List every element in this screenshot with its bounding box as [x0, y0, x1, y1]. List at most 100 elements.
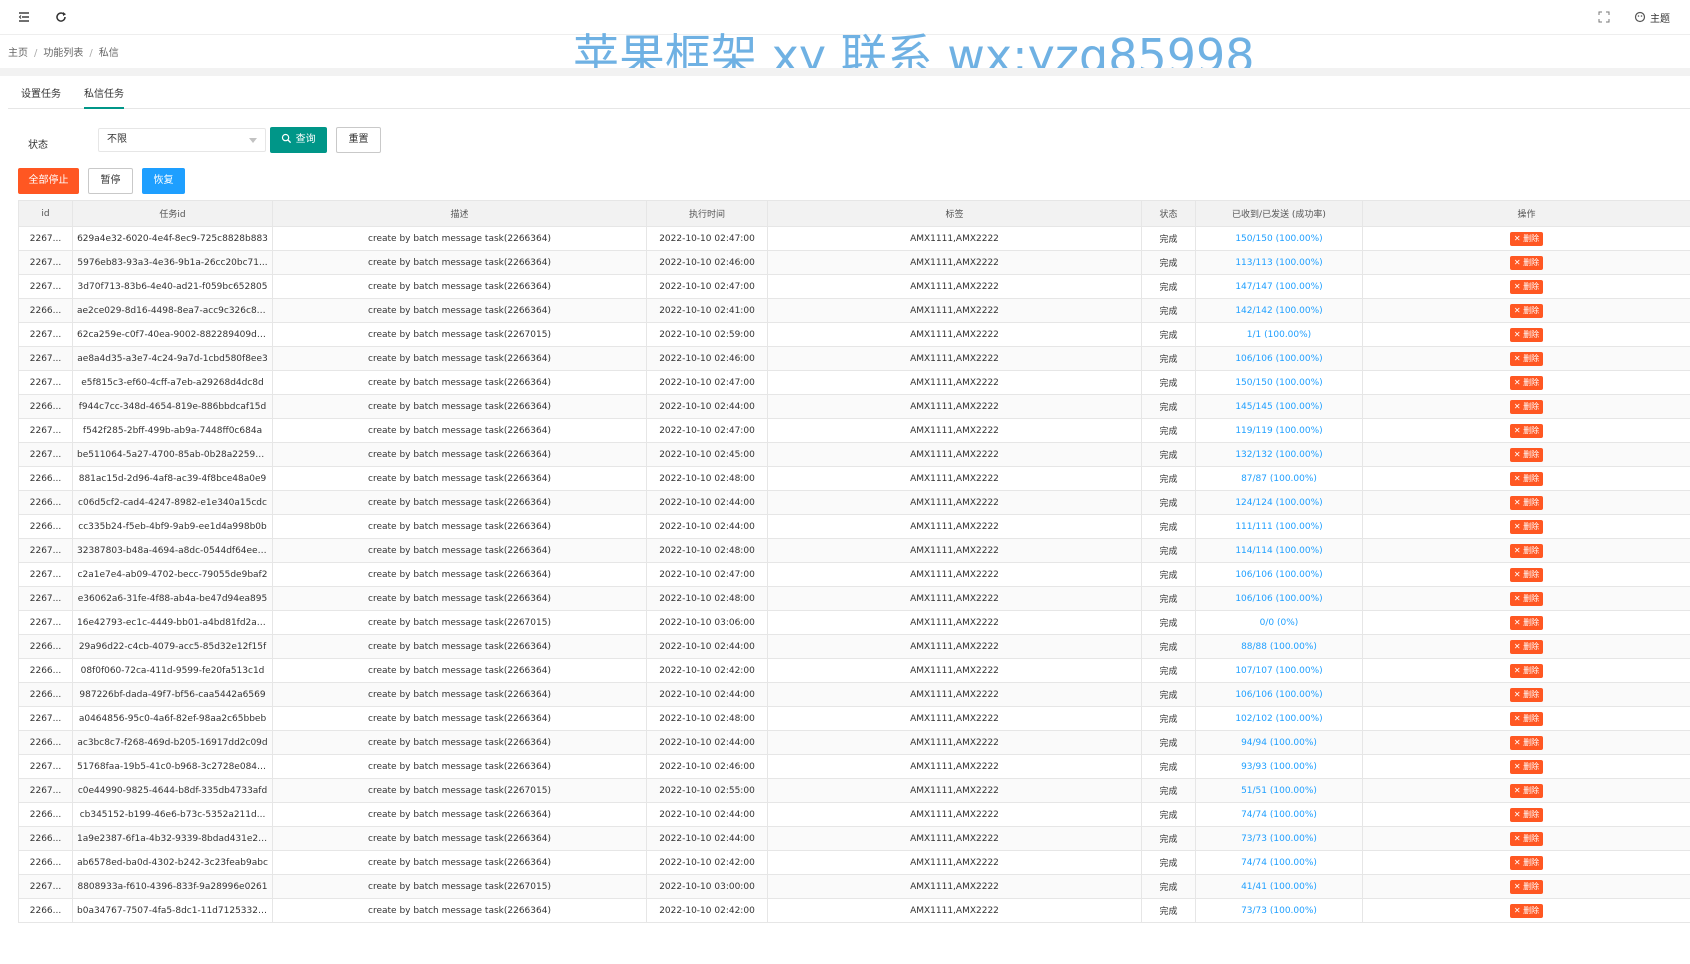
- delete-button[interactable]: ✕ 删除: [1509, 279, 1544, 294]
- delete-button[interactable]: ✕ 删除: [1509, 855, 1544, 870]
- table-row[interactable]: 2267... e36062a6-31fe-4f88-ab4a-be47d94ea…: [18, 586, 1690, 611]
- delete-button[interactable]: ✕ 删除: [1509, 783, 1544, 798]
- delete-button[interactable]: ✕ 删除: [1509, 663, 1544, 678]
- table-row[interactable]: 2267... e5f815c3-ef60-4cff-a7eb-a29268d4d…: [18, 370, 1690, 395]
- palette-icon[interactable]: [1632, 9, 1648, 25]
- resume-button[interactable]: 恢复: [142, 168, 185, 194]
- menu-icon[interactable]: [16, 9, 32, 25]
- table-row[interactable]: 2267... 51768faa-19b5-41c0-b968-3c2728e08…: [18, 754, 1690, 779]
- column-header-status[interactable]: 状态: [1141, 200, 1196, 227]
- delete-button[interactable]: ✕ 删除: [1509, 735, 1544, 750]
- cell-task-id: 08f0f060-72ca-411d-9599-fe20fa513c1d: [72, 658, 273, 683]
- cell-description: create by batch message task(2266364): [272, 634, 647, 659]
- table-row[interactable]: 2267... c0e44990-9825-4644-b8df-335db4733…: [18, 778, 1690, 803]
- search-icon: [282, 133, 292, 144]
- table-row[interactable]: 2266... b0a34767-7507-4fa5-8dc1-11d712533…: [18, 898, 1690, 923]
- cell-actions: ✕ 删除: [1362, 370, 1690, 395]
- table-row[interactable]: 2266... 987226bf-dada-49f7-bf56-caa5442a6…: [18, 682, 1690, 707]
- trash-icon: ✕: [1513, 617, 1524, 627]
- table-row[interactable]: 2266... ae2ce029-8d16-4498-8ea7-acc9c326c…: [18, 298, 1690, 323]
- table-row[interactable]: 2266... ab6578ed-ba0d-4302-b242-3c23feab9…: [18, 850, 1690, 875]
- table-row[interactable]: 2266... 29a96d22-c4cb-4079-acc5-85d32e12f…: [18, 634, 1690, 659]
- query-button[interactable]: 查询: [270, 127, 327, 153]
- delete-button[interactable]: ✕ 删除: [1509, 567, 1544, 582]
- table-row[interactable]: 2267... 8808933a-f610-4396-833f-9a28996e0…: [18, 874, 1690, 899]
- delete-button[interactable]: ✕ 删除: [1509, 879, 1544, 894]
- fullscreen-icon[interactable]: [1596, 9, 1612, 25]
- table-row[interactable]: 2266... ac3bc8c7-f268-469d-b205-16917dd2c…: [18, 730, 1690, 755]
- delete-button[interactable]: ✕ 删除: [1509, 255, 1544, 270]
- column-header-id[interactable]: id: [18, 200, 73, 227]
- table-row[interactable]: 2267... ae8a4d35-a3e7-4c24-9a7d-1cbd580f8…: [18, 346, 1690, 371]
- delete-button[interactable]: ✕ 删除: [1509, 231, 1544, 246]
- delete-button[interactable]: ✕ 删除: [1509, 351, 1544, 366]
- theme-label[interactable]: 主题: [1650, 10, 1670, 25]
- cell-description: create by batch message task(2266364): [272, 250, 647, 275]
- breadcrumb-home[interactable]: 主页: [8, 48, 28, 59]
- table-row[interactable]: 2267... 629a4e32-6020-4e4f-8ec9-725c8828b…: [18, 226, 1690, 251]
- table-row[interactable]: 2266... cc335b24-f5eb-4bf9-9ab9-ee1d4a998…: [18, 514, 1690, 539]
- cell-id: 2266...: [18, 514, 73, 539]
- cell-description: create by batch message task(2266364): [272, 298, 647, 323]
- table-row[interactable]: 2267... 62ca259e-c0f7-40ea-9002-882289409…: [18, 322, 1690, 347]
- cell-description: create by batch message task(2266364): [272, 490, 647, 515]
- delete-button[interactable]: ✕ 删除: [1509, 471, 1544, 486]
- delete-button[interactable]: ✕ 删除: [1509, 423, 1544, 438]
- delete-button[interactable]: ✕ 删除: [1509, 375, 1544, 390]
- cell-success-rate: 93/93 (100.00%): [1195, 754, 1363, 779]
- delete-button[interactable]: ✕ 删除: [1509, 495, 1544, 510]
- table-row[interactable]: 2266... 08f0f060-72ca-411d-9599-fe20fa513…: [18, 658, 1690, 683]
- column-header-description[interactable]: 描述: [272, 200, 647, 227]
- delete-button[interactable]: ✕ 删除: [1509, 639, 1544, 654]
- cell-tags: AMX1111,AMX2222: [767, 394, 1142, 419]
- table-row[interactable]: 2266... 1a9e2387-6f1a-4b32-9339-8bdad431e…: [18, 826, 1690, 851]
- table-row[interactable]: 2267... 5976eb83-93a3-4e36-9b1a-26cc20bc7…: [18, 250, 1690, 275]
- delete-button[interactable]: ✕ 删除: [1509, 447, 1544, 462]
- delete-button[interactable]: ✕ 删除: [1509, 807, 1544, 822]
- table-row[interactable]: 2266... cb345152-b199-46e6-b73c-5352a211d…: [18, 802, 1690, 827]
- delete-button[interactable]: ✕ 删除: [1509, 303, 1544, 318]
- table-row[interactable]: 2266... 881ac15d-2d96-4af8-ac39-4f8bce48a…: [18, 466, 1690, 491]
- delete-button[interactable]: ✕ 删除: [1509, 903, 1544, 918]
- delete-button[interactable]: ✕ 删除: [1509, 615, 1544, 630]
- column-header-exec-time[interactable]: 执行时间: [646, 200, 768, 227]
- table-row[interactable]: 2267... c2a1e7e4-ab09-4702-becc-79055de9b…: [18, 562, 1690, 587]
- tab-set-task[interactable]: 设置任务: [21, 85, 61, 100]
- delete-button[interactable]: ✕ 删除: [1509, 687, 1544, 702]
- table-row[interactable]: 2266... c06d5cf2-cad4-4247-8982-e1e340a15…: [18, 490, 1690, 515]
- column-header-tags[interactable]: 标签: [767, 200, 1142, 227]
- table-row[interactable]: 2267... be511064-5a27-4700-85ab-0b28a2259…: [18, 442, 1690, 467]
- breadcrumb-function-list[interactable]: 功能列表: [43, 48, 83, 59]
- delete-button-label: 删除: [1523, 353, 1540, 363]
- delete-button[interactable]: ✕ 删除: [1509, 519, 1544, 534]
- cell-status: 完成: [1141, 826, 1196, 851]
- delete-button[interactable]: ✕ 删除: [1509, 399, 1544, 414]
- table-row[interactable]: 2267... 32387803-b48a-4694-a8dc-0544df64e…: [18, 538, 1690, 563]
- delete-button[interactable]: ✕ 删除: [1509, 831, 1544, 846]
- reset-button[interactable]: 重置: [336, 127, 381, 153]
- stop-all-button[interactable]: 全部停止: [18, 168, 79, 194]
- refresh-icon[interactable]: [53, 9, 69, 25]
- cell-success-rate: 147/147 (100.00%): [1195, 274, 1363, 299]
- pause-button[interactable]: 暂停: [88, 168, 133, 194]
- cell-description: create by batch message task(2266364): [272, 514, 647, 539]
- tab-message-task[interactable]: 私信任务: [84, 85, 124, 109]
- delete-button[interactable]: ✕ 删除: [1509, 759, 1544, 774]
- table-row[interactable]: 2266... f944c7cc-348d-4654-819e-886bbdcaf…: [18, 394, 1690, 419]
- cell-description: create by batch message task(2266364): [272, 538, 647, 563]
- cell-task-id: a0464856-95c0-4a6f-82ef-98aa2c65bbeb: [72, 706, 273, 731]
- delete-button[interactable]: ✕ 删除: [1509, 327, 1544, 342]
- delete-button[interactable]: ✕ 删除: [1509, 711, 1544, 726]
- delete-button[interactable]: ✕ 删除: [1509, 543, 1544, 558]
- cell-description: create by batch message task(2266364): [272, 682, 647, 707]
- cell-tags: AMX1111,AMX2222: [767, 754, 1142, 779]
- table-row[interactable]: 2267... 3d70f713-83b6-4e40-ad21-f059bc652…: [18, 274, 1690, 299]
- delete-button[interactable]: ✕ 删除: [1509, 591, 1544, 606]
- table-row[interactable]: 2267... 16e42793-ec1c-4449-bb01-a4bd81fd2…: [18, 610, 1690, 635]
- table-row[interactable]: 2267... f542f285-2bff-499b-ab9a-7448ff0c6…: [18, 418, 1690, 443]
- status-select[interactable]: 不限: [98, 128, 266, 152]
- table-row[interactable]: 2267... a0464856-95c0-4a6f-82ef-98aa2c65b…: [18, 706, 1690, 731]
- column-header-success-rate[interactable]: 已收到/已发送 (成功率): [1195, 200, 1363, 227]
- cell-success-rate: 0/0 (0%): [1195, 610, 1363, 635]
- column-header-task-id[interactable]: 任务id: [72, 200, 273, 227]
